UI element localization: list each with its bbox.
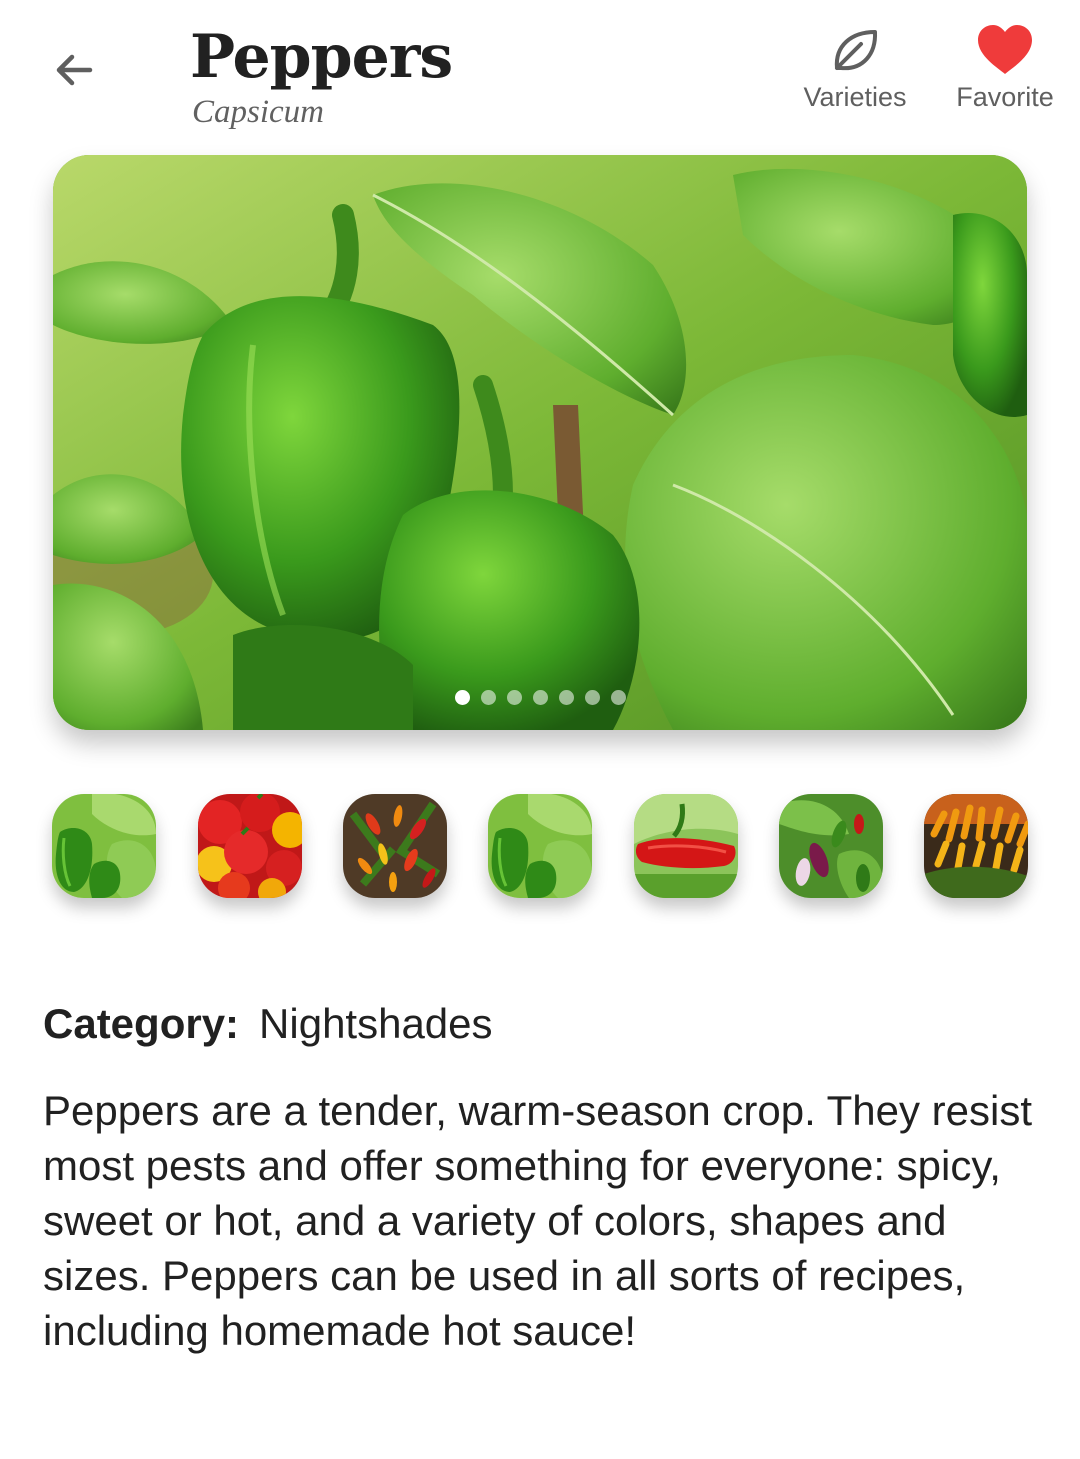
- arrow-left-icon: [56, 54, 93, 86]
- hero-image-carousel[interactable]: [53, 155, 1027, 730]
- thumbnail-image: [924, 794, 1028, 898]
- carousel-dot-1[interactable]: [454, 690, 470, 705]
- thumbnail-image: [779, 794, 883, 898]
- green-pepper-plant-photo: [53, 155, 1027, 730]
- page-title: Peppers: [190, 22, 453, 92]
- category-label: Category:: [43, 1000, 240, 1047]
- thumbnail-red-chili-pepper[interactable]: [634, 794, 738, 898]
- carousel-indicator: [53, 690, 1027, 705]
- thumbnail-image: [198, 794, 302, 898]
- varieties-button[interactable]: Varieties: [796, 24, 914, 114]
- thumbnail-purple-chili-plant[interactable]: [779, 794, 883, 898]
- carousel-dot-7[interactable]: [610, 690, 626, 705]
- app-header: Peppers Capsicum Varieties Favorite: [0, 0, 1080, 150]
- carousel-dot-2[interactable]: [480, 690, 496, 705]
- carousel-dot-4[interactable]: [532, 690, 548, 705]
- thumbnail-strip: [52, 794, 1028, 898]
- thumbnail-green-bell-pepper-plant[interactable]: [52, 794, 156, 898]
- carousel-dot-3[interactable]: [506, 690, 522, 705]
- thumbnail-ornamental-chili-plant[interactable]: [343, 794, 447, 898]
- plant-description: Peppers are a tender, warm-season crop. …: [43, 1087, 1033, 1354]
- favorite-label: Favorite: [956, 82, 1054, 112]
- varieties-label: Varieties: [803, 82, 907, 112]
- thumbnail-image: [52, 794, 156, 898]
- favorite-button[interactable]: Favorite: [950, 24, 1060, 114]
- carousel-dot-5[interactable]: [558, 690, 574, 705]
- category-row: Category: Nightshades: [43, 998, 493, 1050]
- thumbnail-image: [634, 794, 738, 898]
- thumbnail-green-bell-pepper-plant-2[interactable]: [488, 794, 592, 898]
- category-value: Nightshades: [259, 1000, 493, 1047]
- thumbnail-image: [488, 794, 592, 898]
- scientific-name: Capsicum: [192, 94, 324, 130]
- thumbnail-orange-chili-peppers[interactable]: [924, 794, 1028, 898]
- leaf-icon: [834, 30, 878, 71]
- thumbnail-red-yellow-bell-peppers[interactable]: [198, 794, 302, 898]
- carousel-dot-6[interactable]: [584, 690, 600, 705]
- thumbnail-image: [343, 794, 447, 898]
- heart-icon: [978, 25, 1032, 74]
- back-button[interactable]: [44, 40, 104, 100]
